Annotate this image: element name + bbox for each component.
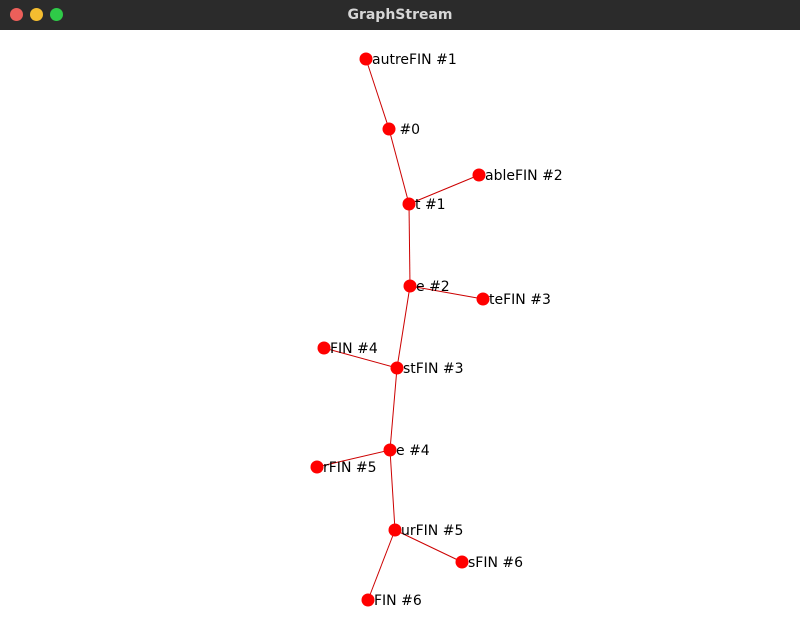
node-label: ableFIN #2 (485, 168, 563, 184)
graph-edge (389, 367, 398, 451)
maximize-window-button[interactable] (50, 8, 63, 21)
node-marker[interactable] (317, 341, 331, 355)
node-label: t #1 (415, 197, 446, 213)
graph-node[interactable]: teFIN #3 (476, 292, 551, 308)
node-marker[interactable] (476, 292, 490, 306)
node-label: #0 (395, 122, 420, 138)
node-label: urFIN #5 (401, 523, 463, 539)
graph-node[interactable]: sFIN #6 (455, 555, 524, 571)
graph-edge (388, 128, 410, 205)
node-marker[interactable] (310, 460, 324, 474)
nodes-layer: autreFIN #1 #0 t #1 ableFIN #2 e #2 teFIN #3… (310, 52, 563, 609)
graph-edge (389, 449, 396, 531)
graph-node[interactable]: urFIN #5 (388, 523, 464, 539)
graph-node[interactable]: stFIN #3 (390, 361, 464, 377)
window-title: GraphStream (347, 7, 453, 23)
node-label: stFIN #3 (403, 361, 464, 377)
node-marker[interactable] (388, 523, 402, 537)
node-marker[interactable] (382, 122, 396, 136)
node-marker[interactable] (402, 197, 416, 211)
node-marker[interactable] (361, 593, 375, 607)
graph-node[interactable]: autreFIN #1 (359, 52, 457, 68)
graph-node[interactable]: #0 (382, 122, 421, 138)
node-marker[interactable] (390, 361, 404, 375)
node-label: rFIN #5 (323, 460, 377, 476)
node-label: e #2 (416, 279, 450, 295)
graph-edge (365, 58, 390, 130)
window-titlebar[interactable]: GraphStream (0, 0, 800, 30)
graph-edge (367, 529, 396, 601)
node-marker[interactable] (455, 555, 469, 569)
graph-node[interactable]: FIN #6 (361, 593, 422, 609)
graph-edge (396, 285, 411, 369)
window-controls (10, 8, 63, 21)
edges-layer (316, 58, 484, 601)
node-label: e #4 (396, 443, 430, 459)
node-label: autreFIN #1 (372, 52, 457, 68)
graph-node[interactable]: e #2 (403, 279, 450, 295)
node-marker[interactable] (403, 279, 417, 293)
node-label: FIN #6 (374, 593, 422, 609)
graph-view[interactable]: autreFIN #1 #0 t #1 ableFIN #2 e #2 teFIN #3… (0, 30, 800, 630)
node-marker[interactable] (472, 168, 486, 182)
graph-node[interactable]: FIN #4 (317, 341, 378, 357)
minimize-window-button[interactable] (30, 8, 43, 21)
graph-edge (408, 203, 411, 287)
node-marker[interactable] (383, 443, 397, 457)
close-window-button[interactable] (10, 8, 23, 21)
graph-canvas[interactable]: autreFIN #1 #0 t #1 ableFIN #2 e #2 teFIN #3… (0, 30, 800, 630)
node-label: sFIN #6 (468, 555, 523, 571)
graph-node[interactable]: ableFIN #2 (472, 168, 563, 184)
node-label: teFIN #3 (489, 292, 551, 308)
graph-node[interactable]: rFIN #5 (310, 460, 377, 476)
node-label: FIN #4 (330, 341, 378, 357)
node-marker[interactable] (359, 52, 373, 66)
